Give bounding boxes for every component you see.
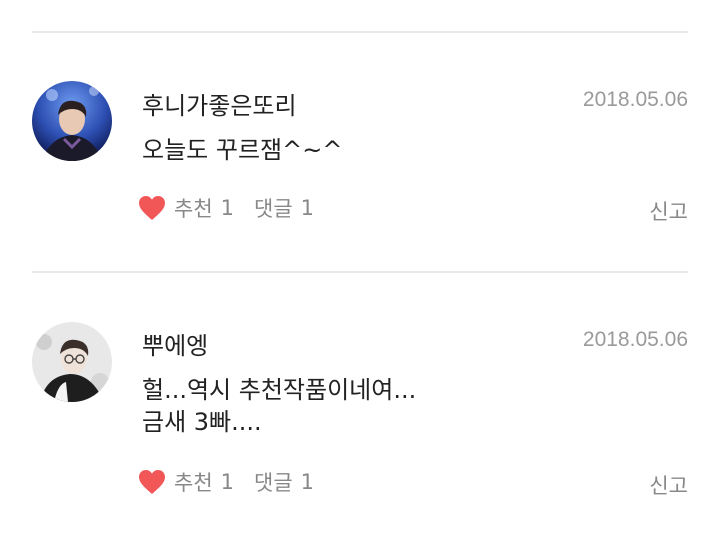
comment-line: 헐...역시 추천작품이네여... — [142, 376, 417, 404]
like-count: 1 — [220, 470, 235, 494]
like-label[interactable]: 추천 — [174, 193, 213, 223]
comment-date: 2018.05.06 — [582, 328, 688, 351]
report-button[interactable]: 신고 — [649, 470, 688, 500]
heart-icon[interactable] — [138, 469, 166, 495]
like-count: 1 — [220, 196, 235, 220]
heart-icon[interactable] — [138, 195, 166, 221]
username[interactable]: 후니가좋은또리 — [142, 86, 297, 121]
comment-actions: 추천 1 댓글 1 — [138, 466, 314, 498]
comment-text: 오늘도 꾸르잼^~^ — [142, 134, 342, 166]
comment-line: 오늘도 꾸르잼^~^ — [142, 136, 343, 164]
reply-count: 1 — [300, 470, 315, 494]
comment-item: 후니가좋은또리 2018.05.06 오늘도 꾸르잼^~^ 추천 1 댓글 1 … — [0, 0, 720, 240]
comment-line: 금새 3빠.... — [142, 408, 262, 436]
username[interactable]: 뿌에엥 — [142, 326, 208, 361]
comment-date: 2018.05.06 — [582, 88, 688, 111]
avatar[interactable] — [32, 81, 112, 161]
reply-label[interactable]: 댓글 — [254, 193, 293, 223]
comment-actions: 추천 1 댓글 1 — [138, 192, 314, 224]
comment-text: 헐...역시 추천작품이네여... 금새 3빠.... — [142, 374, 416, 438]
avatar[interactable] — [32, 322, 112, 402]
reply-count: 1 — [300, 196, 315, 220]
reply-label[interactable]: 댓글 — [254, 467, 293, 497]
report-button[interactable]: 신고 — [649, 196, 688, 226]
comment-item: 뿌에엥 2018.05.06 헐...역시 추천작품이네여... 금새 3빠..… — [0, 240, 720, 498]
like-label[interactable]: 추천 — [174, 467, 213, 497]
